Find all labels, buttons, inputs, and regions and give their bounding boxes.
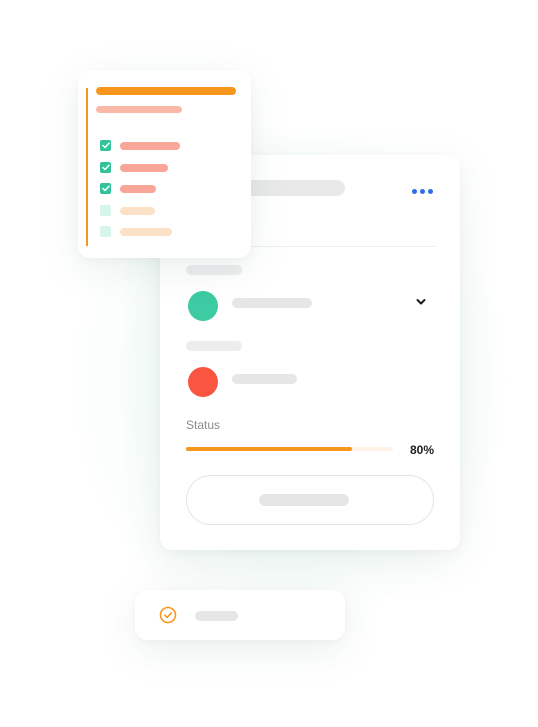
- chevron-down-icon[interactable]: [414, 295, 428, 309]
- check-circle-icon: [159, 606, 177, 624]
- checklist-item-placeholder: [120, 184, 156, 193]
- checklist-card: [78, 70, 251, 258]
- card-title-placeholder: [245, 180, 345, 196]
- primary-action-button[interactable]: [186, 475, 434, 525]
- avatar-green[interactable]: [188, 291, 218, 321]
- check-icon: [101, 185, 110, 192]
- avatar-red[interactable]: [188, 367, 218, 397]
- status-progress-bar: [186, 447, 393, 451]
- reporter-name-placeholder: [232, 374, 297, 384]
- checklist-title-placeholder: [96, 87, 236, 95]
- checklist-item-placeholder: [120, 141, 180, 150]
- check-icon: [101, 142, 110, 149]
- checkbox-unchecked[interactable]: [100, 226, 111, 237]
- assignee-label-placeholder: [186, 265, 242, 275]
- checkbox-unchecked[interactable]: [100, 205, 111, 216]
- checklist-item-placeholder: [120, 227, 172, 236]
- more-horizontal-icon-dot: [428, 188, 433, 194]
- button-label-placeholder: [259, 494, 349, 506]
- checklist-subtitle-placeholder: [96, 106, 182, 113]
- checklist-item-placeholder: [120, 163, 168, 172]
- status-progress-value: 80%: [410, 443, 435, 457]
- bottom-card: [135, 590, 345, 640]
- more-horizontal-icon-dot: [420, 188, 425, 194]
- assignee-name-placeholder: [232, 298, 312, 308]
- checklist-item-placeholder: [120, 206, 155, 215]
- check-icon: [101, 164, 110, 171]
- status-label: Status: [186, 418, 221, 432]
- checkbox-checked[interactable]: [100, 162, 111, 173]
- more-horizontal-icon: [412, 188, 417, 194]
- more-options-button[interactable]: [412, 185, 434, 197]
- bottom-text-placeholder: [195, 611, 238, 621]
- status-progress-fill: [186, 447, 352, 451]
- reporter-label-placeholder: [186, 341, 242, 351]
- checkbox-checked[interactable]: [100, 140, 111, 151]
- accent-line: [86, 88, 88, 246]
- checkbox-checked[interactable]: [100, 183, 111, 194]
